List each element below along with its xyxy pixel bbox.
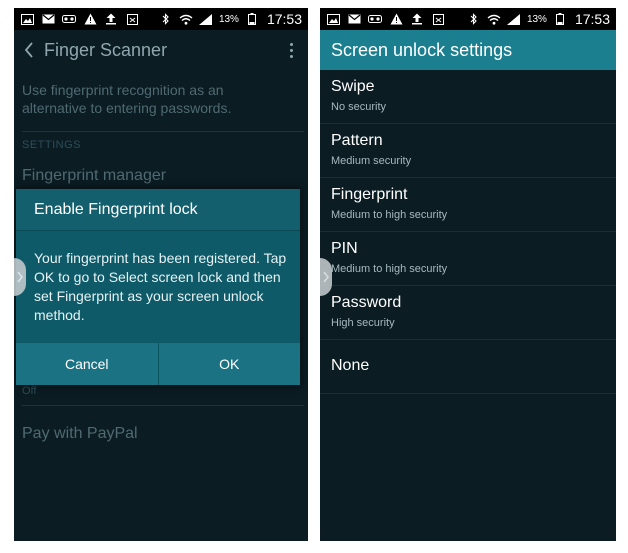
dialog-title: Enable Fingerprint lock: [34, 201, 198, 218]
right-phone-screen: 13% 17:53 Screen unlock settings Swipe N…: [320, 8, 616, 541]
signal-icon: [506, 13, 521, 25]
dialog-button-bar: Cancel OK: [16, 343, 300, 385]
section-label: SETTINGS: [22, 139, 82, 151]
upload-icon: [104, 13, 118, 25]
unlock-option-none[interactable]: None: [320, 340, 616, 394]
email-icon: [41, 13, 55, 25]
option-title: Swipe: [331, 78, 375, 95]
option-title: Pattern: [331, 132, 383, 149]
option-subtitle: High security: [331, 317, 395, 329]
feature-description: Use fingerprint recognition as an altern…: [22, 82, 232, 116]
app-header: Finger Scanner: [14, 30, 308, 70]
unlock-option-pin[interactable]: PIN Medium to high security: [320, 232, 616, 286]
picture-icon: [326, 13, 340, 25]
option-title: None: [331, 357, 370, 374]
edge-panel-handle[interactable]: [320, 258, 332, 296]
status-bar: 13% 17:53: [320, 8, 616, 30]
unlock-option-fingerprint[interactable]: Fingerprint Medium to high security: [320, 178, 616, 232]
warning-icon: [389, 13, 403, 25]
option-title: PIN: [331, 240, 358, 257]
app-header: Screen unlock settings: [320, 30, 616, 70]
pay-with-paypal-item[interactable]: Pay with PayPal: [22, 425, 138, 443]
battery-percent: 13%: [218, 13, 239, 25]
status-clock: 17:53: [574, 11, 610, 27]
wifi-icon: [487, 13, 501, 25]
setting-status-off: Off: [22, 385, 37, 397]
picture-icon: [20, 13, 34, 25]
signal-icon: [198, 13, 213, 25]
option-title: Password: [331, 294, 402, 311]
dialog-message: Your fingerprint has been registered. Ta…: [34, 250, 287, 323]
option-subtitle: No security: [331, 101, 387, 113]
page-title: Finger Scanner: [44, 39, 168, 60]
bluetooth-icon: [159, 13, 173, 25]
battery-icon: [553, 13, 567, 25]
voicemail-icon: [62, 13, 76, 25]
status-clock: 17:53: [266, 11, 302, 27]
back-chevron-icon[interactable]: [18, 30, 40, 70]
divider: [22, 405, 304, 406]
unlock-option-pattern[interactable]: Pattern Medium security: [320, 124, 616, 178]
ok-button[interactable]: OK: [157, 343, 301, 385]
unlock-option-swipe[interactable]: Swipe No security: [320, 70, 616, 124]
wifi-icon: [179, 13, 193, 25]
email-icon: [347, 13, 361, 25]
option-subtitle: Medium security: [331, 155, 412, 167]
option-title: Fingerprint: [331, 186, 408, 203]
warning-icon: [83, 13, 97, 25]
option-subtitle: Medium to high security: [331, 209, 448, 221]
fingerprint-manager-item[interactable]: Fingerprint manager: [22, 167, 166, 185]
battery-percent: 13%: [526, 13, 547, 25]
edge-panel-handle[interactable]: [14, 258, 26, 296]
left-phone-screen: 13% 17:53 Finger Scanner Use fingerprint…: [14, 8, 308, 541]
upload-icon: [410, 13, 424, 25]
unlock-option-password[interactable]: Password High security: [320, 286, 616, 340]
option-subtitle: Medium to high security: [331, 263, 448, 275]
clipboard-icon: [125, 13, 139, 25]
enable-fingerprint-dialog: Enable Fingerprint lock Your fingerprint…: [16, 189, 300, 385]
overflow-menu-icon[interactable]: [286, 30, 296, 70]
clipboard-icon: [431, 13, 445, 25]
cancel-button[interactable]: Cancel: [16, 343, 158, 385]
voicemail-icon: [368, 13, 382, 25]
divider: [22, 131, 304, 132]
battery-icon: [245, 13, 259, 25]
status-bar: 13% 17:53: [14, 8, 308, 30]
page-title: Screen unlock settings: [331, 39, 513, 60]
bluetooth-icon: [467, 13, 481, 25]
